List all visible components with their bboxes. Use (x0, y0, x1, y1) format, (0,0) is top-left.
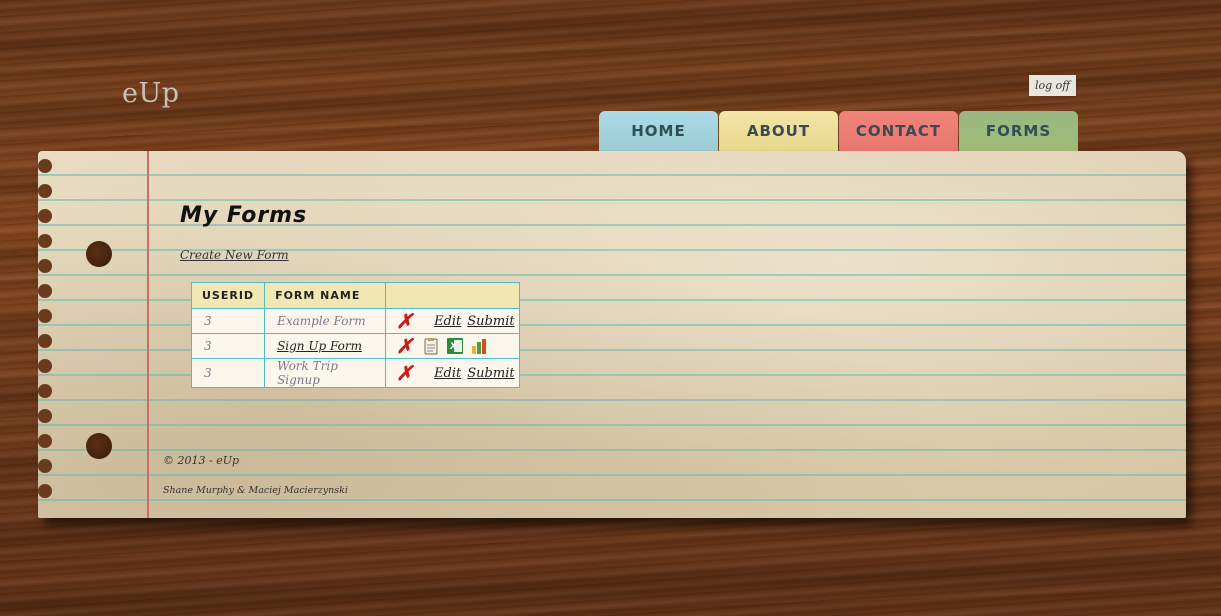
paper-notch (38, 359, 52, 373)
forms-table: USERID FORM NAME 3 Example Form ✗ Edit S… (190, 282, 520, 388)
svg-text:X: X (449, 342, 458, 352)
cell-userid: 3 (190, 308, 266, 334)
cell-actions: ✗ Edit Submit (385, 308, 520, 334)
main-nav: HOME ABOUT CONTACT FORMS (599, 111, 1078, 151)
submit-link[interactable]: Submit (467, 366, 514, 381)
paper-notch (38, 209, 52, 223)
delete-icon[interactable]: ✗ (396, 363, 416, 383)
footer-authors: Shane Murphy & Maciej Macierzynski (163, 485, 348, 496)
paper-notch (38, 484, 52, 498)
page-title: My Forms (180, 203, 308, 228)
margin-line (147, 151, 149, 518)
nav-tab-forms[interactable]: FORMS (959, 111, 1078, 151)
cell-actions: ✗ Edit Submit (385, 358, 520, 388)
paper-notch (38, 234, 52, 248)
logoff-button[interactable]: log off (1029, 75, 1076, 96)
submit-link[interactable]: Submit (467, 314, 514, 329)
paper-notch (38, 259, 52, 273)
excel-csv-icon[interactable]: X (446, 337, 464, 355)
paper-notch (38, 334, 52, 348)
cell-form-name-link[interactable]: Sign Up Form (264, 333, 387, 359)
nav-tab-about[interactable]: ABOUT (719, 111, 838, 151)
nav-tab-home[interactable]: HOME (599, 111, 718, 151)
bar-chart-icon[interactable] (470, 337, 488, 355)
cell-userid: 3 (190, 333, 266, 359)
edit-link[interactable]: Edit (434, 366, 461, 381)
clipboard-icon[interactable] (422, 337, 440, 355)
cell-userid: 3 (190, 358, 266, 388)
binder-hole (86, 433, 112, 459)
create-form-link[interactable]: Create New Form (180, 248, 289, 262)
paper-notch (38, 409, 52, 423)
table-row: 3 Example Form ✗ Edit Submit (190, 308, 520, 334)
logo[interactable]: eUp (122, 78, 180, 109)
nav-tab-contact[interactable]: CONTACT (839, 111, 958, 151)
column-header-form-name: FORM NAME (264, 282, 387, 309)
binder-hole (86, 241, 112, 267)
table-header-row: USERID FORM NAME (190, 282, 520, 309)
paper-notch (38, 459, 52, 473)
delete-icon[interactable]: ✗ (396, 311, 416, 331)
column-header-actions (385, 282, 520, 309)
table-row: 3 Work Trip Signup ✗ Edit Submit (190, 358, 520, 388)
delete-icon[interactable]: ✗ (396, 336, 416, 356)
footer-copyright: © 2013 - eUp (163, 454, 240, 467)
paper-notch (38, 309, 52, 323)
cell-form-name: Example Form (264, 308, 387, 334)
cell-form-name: Work Trip Signup (264, 358, 387, 388)
paper-notch (38, 284, 52, 298)
paper-notch (38, 159, 52, 173)
edit-link[interactable]: Edit (434, 314, 461, 329)
paper-notch (38, 384, 52, 398)
cell-actions: ✗ X (385, 333, 520, 359)
column-header-userid: USERID (190, 282, 266, 309)
paper-notch (38, 184, 52, 198)
paper-notch (38, 434, 52, 448)
table-row: 3 Sign Up Form ✗ X (190, 333, 520, 359)
